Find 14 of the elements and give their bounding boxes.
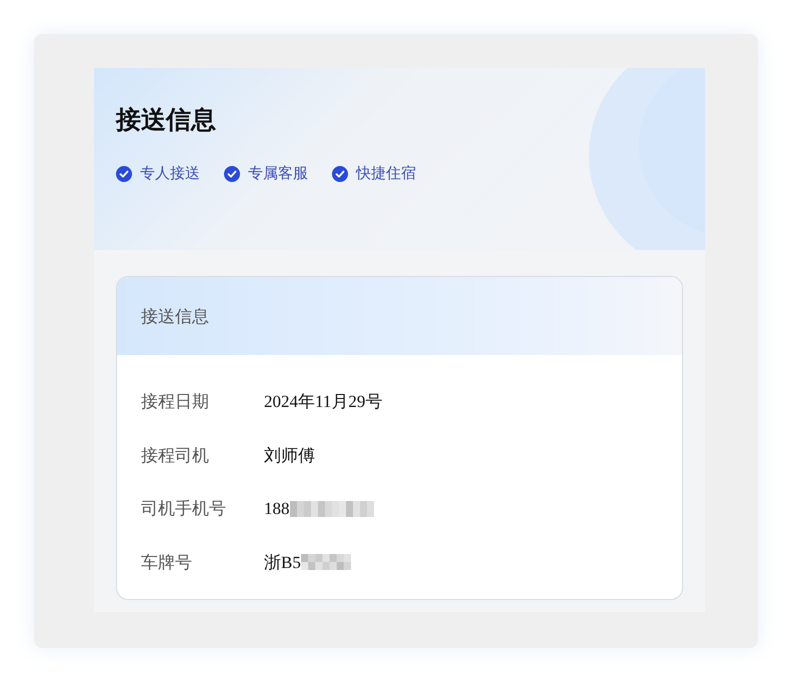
field-label: 接程司机 bbox=[141, 444, 210, 467]
feature-label: 快捷住宿 bbox=[356, 164, 416, 183]
page-title: 接送信息 bbox=[116, 104, 217, 136]
feature-label: 专人接送 bbox=[140, 164, 200, 183]
feature-label: 专属客服 bbox=[248, 164, 308, 183]
card-title: 接送信息 bbox=[141, 306, 209, 328]
field-value: 浙B5 bbox=[264, 552, 301, 574]
field-value: 188 bbox=[264, 498, 290, 519]
field-label: 车牌号 bbox=[141, 552, 193, 574]
field-value: 2024年11月29号 bbox=[264, 391, 382, 414]
field-value: 刘师傅 bbox=[264, 444, 315, 467]
field-label: 接程日期 bbox=[141, 391, 210, 414]
field-label: 司机手机号 bbox=[141, 498, 227, 520]
redaction-mask bbox=[300, 554, 351, 570]
